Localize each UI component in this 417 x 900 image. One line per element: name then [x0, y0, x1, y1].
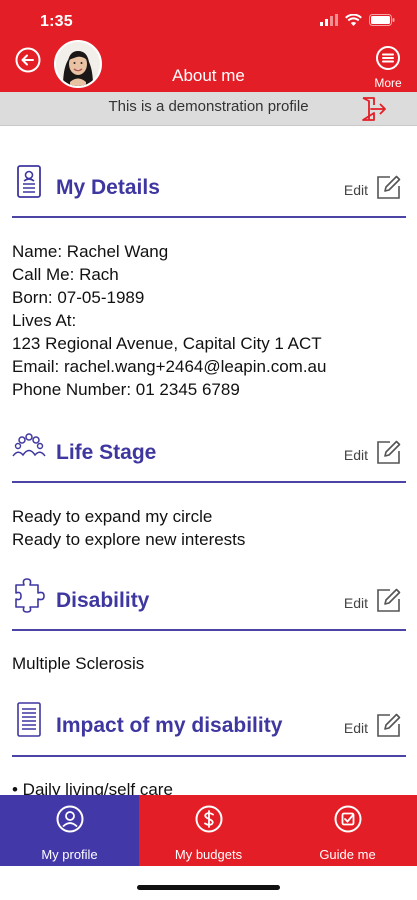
home-indicator[interactable] — [137, 885, 280, 890]
section-divider — [12, 216, 406, 218]
edit-pencil-icon — [377, 713, 401, 737]
detail-name: Name: Rachel Wang — [12, 242, 169, 261]
user-circle-icon — [56, 805, 83, 833]
exit-demo-button[interactable] — [359, 96, 387, 122]
people-group-icon — [12, 433, 46, 457]
tab-label: My profile — [41, 847, 98, 862]
life-stage-body: Ready to expand my circle Ready to explo… — [12, 505, 412, 551]
detail-email: Email: rachel.wang+2464@leapin.com.au — [12, 357, 327, 376]
signal-icon — [320, 14, 338, 26]
detail-call-me: Call Me: Rach — [12, 265, 119, 284]
demo-banner: This is a demonstration profile — [0, 92, 417, 126]
section-divider — [12, 755, 406, 757]
puzzle-piece-icon — [15, 578, 45, 613]
tab-my-budgets[interactable]: My budgets — [139, 795, 278, 866]
document-list-icon — [17, 702, 41, 737]
tab-guide-me[interactable]: Guide me — [278, 795, 417, 866]
status-time: 1:35 — [40, 13, 73, 30]
detail-address: 123 Regional Avenue, Capital City 1 ACT — [12, 334, 322, 353]
menu-icon — [376, 46, 400, 70]
impact-header: Impact of my disability Edit — [12, 702, 406, 752]
life-stage-header: Life Stage Edit — [12, 429, 406, 479]
disability-item: Multiple Sclerosis — [12, 654, 145, 673]
wifi-icon — [345, 14, 362, 26]
checkbox-circle-icon — [334, 805, 361, 833]
tab-label: My budgets — [174, 847, 243, 862]
section-divider — [12, 481, 406, 483]
detail-phone: Phone Number: 01 2345 6789 — [12, 380, 240, 399]
more-label: More — [374, 76, 402, 90]
home-indicator-area — [0, 866, 417, 900]
life-stage-item: Ready to explore new interests — [12, 530, 246, 549]
disability-header: Disability Edit — [12, 577, 406, 627]
edit-life-stage-button[interactable]: Edit — [344, 439, 402, 465]
logout-icon — [362, 97, 386, 121]
page-title: About me — [172, 66, 245, 85]
edit-pencil-icon — [377, 175, 401, 199]
my-details-header: My Details Edit — [12, 164, 406, 214]
more-button[interactable]: More — [371, 46, 405, 90]
edit-label: Edit — [343, 447, 368, 463]
detail-lives-at: Lives At: — [12, 311, 77, 330]
my-details-title: My Details — [56, 176, 160, 199]
bottom-tab-bar: My profile My budgets Guide me — [0, 795, 417, 866]
edit-impact-button[interactable]: Edit — [344, 712, 402, 738]
edit-pencil-icon — [377, 440, 401, 464]
tab-my-profile[interactable]: My profile — [0, 795, 139, 866]
detail-born: Born: 07-05-1989 — [12, 288, 145, 307]
edit-pencil-icon — [377, 588, 401, 612]
edit-label: Edit — [343, 720, 368, 736]
life-stage-item: Ready to expand my circle — [12, 507, 213, 526]
edit-label: Edit — [343, 182, 368, 198]
edit-disability-button[interactable]: Edit — [344, 587, 402, 613]
my-details-body: Name: Rachel Wang Call Me: Rach Born: 07… — [12, 240, 412, 401]
edit-label: Edit — [343, 595, 368, 611]
section-divider — [12, 629, 406, 631]
impact-title: Impact of my disability — [56, 714, 283, 737]
tab-label: Guide me — [319, 847, 376, 862]
dollar-circle-icon — [195, 805, 222, 833]
demo-banner-text: This is a demonstration profile — [108, 98, 309, 115]
disability-body: Multiple Sclerosis — [12, 652, 412, 675]
edit-details-button[interactable]: Edit — [344, 174, 402, 200]
app-header: 1:35 About me More — [0, 0, 417, 92]
disability-title: Disability — [56, 589, 150, 612]
status-icons — [320, 14, 395, 26]
id-card-icon — [17, 165, 41, 198]
life-stage-title: Life Stage — [56, 441, 157, 464]
battery-icon — [369, 14, 395, 26]
